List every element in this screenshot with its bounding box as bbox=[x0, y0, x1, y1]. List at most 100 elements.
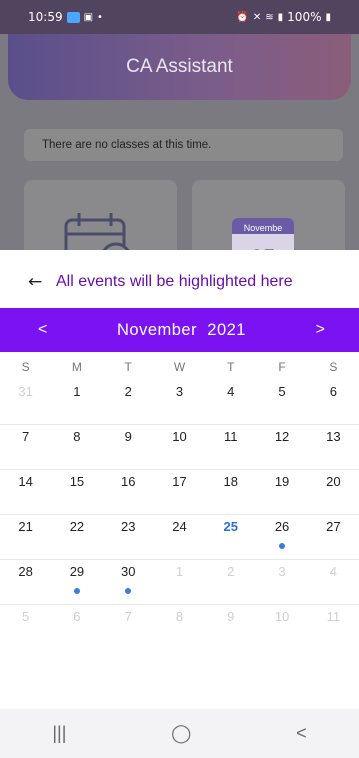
calendar-day[interactable]: 6 bbox=[51, 605, 102, 650]
calendar-day[interactable]: 22 bbox=[51, 515, 102, 559]
calendar-day-number: 10 bbox=[172, 429, 187, 444]
calendar-icon-month: Novembe bbox=[244, 223, 283, 233]
recents-button[interactable]: ||| bbox=[52, 723, 66, 744]
system-back-button[interactable]: < bbox=[296, 723, 307, 744]
calendar-day-number: 4 bbox=[329, 564, 337, 579]
calendar-day[interactable]: 16 bbox=[103, 470, 154, 514]
class-notice-text: There are no classes at this time. bbox=[42, 139, 212, 151]
year-label: 2021 bbox=[207, 320, 246, 339]
calendar-day-number: 3 bbox=[278, 564, 286, 579]
calendar-day-number: 11 bbox=[224, 429, 238, 444]
next-month-button[interactable]: > bbox=[316, 321, 325, 339]
calendar-day[interactable]: 4 bbox=[308, 560, 359, 604]
calendar-day[interactable]: 10 bbox=[154, 425, 205, 469]
app-title: CA Assistant bbox=[126, 56, 233, 77]
calendar-day-today[interactable]: 25 bbox=[205, 515, 256, 559]
calendar-day[interactable]: 12 bbox=[256, 425, 307, 469]
calendar-day-number: 9 bbox=[227, 609, 235, 624]
calendar-day-number: 21 bbox=[18, 519, 33, 534]
calendar-day[interactable]: 24 bbox=[154, 515, 205, 559]
weekday-label: S bbox=[329, 360, 338, 374]
calendar-day[interactable]: 7 bbox=[103, 605, 154, 650]
calendar-day-number: 15 bbox=[69, 474, 85, 489]
calendar-day-number: 5 bbox=[278, 384, 286, 399]
calendar-day-number: 27 bbox=[326, 519, 341, 534]
calendar-day-number: 12 bbox=[274, 429, 290, 444]
weekday-label: M bbox=[71, 360, 82, 374]
calendar-day[interactable]: 9 bbox=[205, 605, 256, 650]
calendar-day[interactable]: 27 bbox=[308, 515, 359, 559]
calendar-day[interactable]: 2 bbox=[205, 560, 256, 604]
calendar-day-number: 8 bbox=[73, 429, 81, 444]
calendar-day[interactable]: 1 bbox=[154, 560, 205, 604]
wifi-icon: ≋ bbox=[265, 11, 274, 23]
calendar-day[interactable]: 11 bbox=[308, 605, 359, 650]
calendar-day-number: 29 bbox=[69, 564, 85, 579]
calendar-day[interactable]: 7 bbox=[0, 425, 51, 469]
calendar-day[interactable]: 31 bbox=[0, 380, 51, 424]
calendar-day[interactable]: 13 bbox=[308, 425, 359, 469]
calendar-grid: 31 1 2 3 4 5 6 7 8 9 10 11 12 13 14 15 16 17 18 19 20 21 22 23 2… bbox=[0, 380, 359, 650]
sheet-title: All events will be highlighted here bbox=[56, 273, 293, 290]
weekday-label: T bbox=[227, 360, 235, 374]
calendar-day[interactable]: 17 bbox=[154, 470, 205, 514]
calendar-day-number: 3 bbox=[175, 384, 184, 399]
calendar-week-row: 5 6 7 8 9 10 11 bbox=[0, 605, 359, 650]
calendar-day-number: 8 bbox=[175, 609, 184, 624]
calendar-day[interactable]: 10 bbox=[256, 605, 307, 650]
event-dot-icon bbox=[125, 588, 132, 594]
calendar-day[interactable]: 9 bbox=[103, 425, 154, 469]
calendar-day[interactable]: 23 bbox=[103, 515, 154, 559]
calendar-day[interactable]: 3 bbox=[256, 560, 307, 604]
back-arrow-icon[interactable]: ← bbox=[28, 272, 50, 292]
background-app-screen: CA Assistant There are no classes at thi… bbox=[0, 34, 359, 250]
signal-icon: ▮ bbox=[277, 11, 284, 23]
calendar-day[interactable]: 4 bbox=[205, 380, 256, 424]
calendar-day[interactable]: 14 bbox=[0, 470, 51, 514]
calendar-day[interactable]: 2 bbox=[103, 380, 154, 424]
home-button[interactable]: ◯ bbox=[171, 723, 191, 744]
calendar-day[interactable]: 21 bbox=[0, 515, 51, 559]
chat-icon: ▣ bbox=[83, 11, 94, 23]
calendar-day-number: 18 bbox=[223, 474, 238, 489]
calendar-icon: Novembe 25 bbox=[232, 218, 294, 250]
weekday-label: W bbox=[173, 360, 186, 374]
calendar-week-row: 31 1 2 3 4 5 6 bbox=[0, 380, 359, 425]
event-dot-icon bbox=[73, 588, 80, 594]
calendar-day[interactable]: 18 bbox=[205, 470, 256, 514]
event-dot-icon bbox=[279, 543, 286, 549]
calendar-day[interactable]: 6 bbox=[308, 380, 359, 424]
calendar-day-number: 2 bbox=[124, 384, 132, 399]
calendar-day[interactable]: 19 bbox=[256, 470, 307, 514]
calendar-day[interactable]: 30 bbox=[103, 560, 154, 604]
calendar-day[interactable]: 8 bbox=[154, 605, 205, 650]
prev-month-button[interactable]: < bbox=[38, 321, 47, 339]
calendar-day[interactable]: 20 bbox=[308, 470, 359, 514]
alarm-icon: ⏰ bbox=[236, 11, 249, 23]
calendar-day-number: 5 bbox=[22, 609, 30, 624]
month-year-label: November 2021 bbox=[117, 321, 246, 340]
calendar-day[interactable]: 5 bbox=[256, 380, 307, 424]
calendar-week-row: 7 8 9 10 11 12 13 bbox=[0, 425, 359, 470]
calendar-day-number: 23 bbox=[120, 519, 136, 534]
calendar-day[interactable]: 26 bbox=[256, 515, 307, 559]
calendar-day[interactable]: 11 bbox=[205, 425, 256, 469]
calendar-day-number: 28 bbox=[18, 564, 33, 579]
calendar-day-number: 1 bbox=[175, 564, 184, 579]
mute-icon: ✕ bbox=[252, 11, 262, 23]
status-bar: 10:59 ▣ • ⏰ ✕ ≋ ▮ 100% ▮ bbox=[0, 0, 359, 34]
calendar-day[interactable]: 28 bbox=[0, 560, 51, 604]
class-notice: There are no classes at this time. bbox=[24, 129, 343, 161]
calendar-day[interactable]: 5 bbox=[0, 605, 51, 650]
weekday-row: S M T W T F S bbox=[0, 360, 359, 380]
calendar-day-number: 7 bbox=[124, 609, 132, 624]
calendar-day[interactable]: 8 bbox=[51, 425, 102, 469]
calendar-day[interactable]: 29 bbox=[51, 560, 102, 604]
schedule-card bbox=[24, 180, 177, 250]
calendar-day[interactable]: 1 bbox=[51, 380, 102, 424]
calendar-day-number: 14 bbox=[18, 474, 33, 489]
calendar-day[interactable]: 15 bbox=[51, 470, 102, 514]
calendar-week-row: 14 15 16 17 18 19 20 bbox=[0, 470, 359, 515]
calendar-day[interactable]: 3 bbox=[154, 380, 205, 424]
calendar-day-number: 11 bbox=[326, 609, 341, 624]
